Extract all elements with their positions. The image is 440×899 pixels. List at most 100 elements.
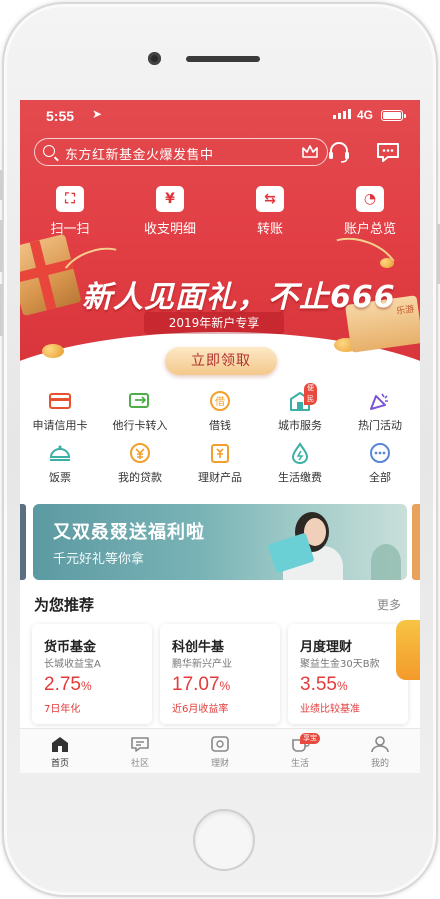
promo-subtitle: 千元好礼等你拿 <box>53 552 145 567</box>
message-icon[interactable] <box>375 140 401 164</box>
more-icon <box>370 443 390 463</box>
borrow-icon: 借 <box>210 391 230 411</box>
claim-now-button[interactable]: 立即领取 <box>165 347 277 375</box>
quick-action-label: 转账 <box>256 222 283 237</box>
tab-community[interactable]: 社区 <box>110 735 170 769</box>
yen-bill-icon: ¥ <box>156 186 184 212</box>
signal-icon <box>333 109 351 119</box>
tab-label: 社区 <box>130 759 149 769</box>
tab-home[interactable]: 首页 <box>30 735 90 769</box>
coin-decoration <box>380 258 394 268</box>
plant-decoration <box>371 544 401 580</box>
service-label: 饭票 <box>49 471 71 484</box>
tab-label: 理财 <box>210 759 229 769</box>
service-badge: 便民 <box>304 383 317 405</box>
search-placeholder: 东方红新基金火爆发售中 <box>65 148 214 163</box>
product-card[interactable]: 科创牛基 鹏华新兴产业 17.07% 近6月收益率 <box>160 624 280 724</box>
mute-switch <box>0 170 3 200</box>
envelope-text: 乐游 <box>395 304 415 318</box>
svg-text:借: 借 <box>215 396 225 408</box>
customer-service-icon[interactable] <box>326 140 352 164</box>
product-rate-note: 7日年化 <box>44 704 81 715</box>
status-bar: 5:55 ➤ 4G <box>20 100 420 134</box>
service-label: 他行卡转入 <box>112 419 168 432</box>
product-rate-note: 业绩比较基准 <box>300 704 360 715</box>
service-city[interactable]: 便民 城市服务 <box>260 383 340 433</box>
volume-down-button <box>0 284 3 336</box>
tab-badge: 享宝 <box>300 733 320 744</box>
profile-icon <box>371 736 389 753</box>
wealth-product-icon <box>211 444 229 463</box>
service-label: 热门活动 <box>358 419 402 432</box>
earpiece-speaker <box>186 56 260 62</box>
tab-label: 生活 <box>290 759 309 769</box>
quick-action-account-overview[interactable]: ◔ 账户总览 <box>330 186 410 237</box>
service-borrow[interactable]: 借 借钱 <box>180 390 260 433</box>
tab-label: 我的 <box>370 759 389 769</box>
app-screen: 5:55 ➤ 4G 东方红新基金火爆发售中 ⛶ 扫一扫 ¥ 收支明细 ⇆ 转账 … <box>20 100 420 773</box>
service-apply-credit-card[interactable]: 申请信用卡 <box>20 390 100 433</box>
card-transfer-in-icon <box>129 393 149 408</box>
service-hot-activity[interactable]: 热门活动 <box>340 390 420 433</box>
home-button[interactable] <box>193 809 255 871</box>
product-fund-name: 聚益生金30天B款 <box>300 659 380 670</box>
meal-ticket-icon <box>49 445 71 461</box>
product-rate: 2.75% <box>44 674 92 695</box>
banner-title: 新人见面礼，不止666 <box>82 280 396 315</box>
service-utility-payment[interactable]: 生活缴费 <box>260 442 340 485</box>
product-fund-name: 鹏华新兴产业 <box>172 659 232 670</box>
crown-icon[interactable] <box>301 144 319 160</box>
account-overview-icon: ◔ <box>356 186 384 212</box>
credit-card-icon <box>49 393 71 409</box>
search-icon <box>43 145 55 157</box>
recommend-title: 为您推荐 <box>34 596 95 614</box>
service-card-transfer-in[interactable]: 他行卡转入 <box>100 390 180 433</box>
volume-up-button <box>0 220 3 272</box>
service-wealth-product[interactable]: 理财产品 <box>180 442 260 485</box>
quick-action-label: 收支明细 <box>143 222 196 237</box>
service-label: 借钱 <box>209 419 231 432</box>
status-time: 5:55 <box>46 108 75 124</box>
carousel-next-peek <box>412 504 420 580</box>
product-fund-name: 长城收益宝A <box>44 659 101 670</box>
service-label: 城市服务 <box>278 419 322 432</box>
transfer-icon: ⇆ <box>256 186 284 212</box>
quick-action-scan[interactable]: ⛶ 扫一扫 <box>30 186 110 237</box>
utility-payment-icon <box>291 442 309 464</box>
network-type: 4G <box>357 108 374 122</box>
community-icon <box>131 737 149 752</box>
my-loan-icon <box>130 443 150 463</box>
quick-action-label: 账户总览 <box>343 222 396 237</box>
promo-banner[interactable]: 又双叒叕送福利啦 千元好礼等你拿 <box>33 504 407 580</box>
service-label: 全部 <box>369 471 391 484</box>
bottom-tab-bar: 首页 社区 理财 享宝 生活 我的 <box>20 728 420 773</box>
battery-icon <box>381 110 406 121</box>
search-bar[interactable]: 东方红新基金火爆发售中 <box>34 138 328 166</box>
service-label: 理财产品 <box>198 471 242 484</box>
service-my-loan[interactable]: 我的贷款 <box>100 442 180 485</box>
tab-life[interactable]: 享宝 生活 <box>270 733 330 769</box>
product-category: 月度理财 <box>300 640 353 655</box>
product-rate: 17.07% <box>172 674 231 695</box>
recommend-more-link[interactable]: 更多 <box>377 596 401 613</box>
promo-title: 又双叒叕送福利啦 <box>53 522 205 543</box>
coin-decoration <box>42 344 64 358</box>
banner-subtitle: 2019年新户专享 <box>144 312 284 334</box>
service-all[interactable]: 全部 <box>340 442 420 485</box>
scan-icon: ⛶ <box>56 186 84 212</box>
service-label: 我的贷款 <box>118 471 162 484</box>
tab-profile[interactable]: 我的 <box>350 735 410 769</box>
floating-mascot[interactable] <box>396 620 420 680</box>
product-card[interactable]: 月度理财 聚益生金30天B款 3.55% 业绩比较基准 <box>288 624 408 724</box>
service-meal-ticket[interactable]: 饭票 <box>20 442 100 485</box>
carousel-prev-peek <box>20 504 26 580</box>
quick-action-transfer[interactable]: ⇆ 转账 <box>230 186 310 237</box>
wealth-icon <box>211 736 229 752</box>
service-label: 申请信用卡 <box>32 419 88 432</box>
front-camera <box>148 52 161 65</box>
tab-wealth[interactable]: 理财 <box>190 735 250 769</box>
location-arrow-icon: ➤ <box>92 107 103 121</box>
product-card[interactable]: 货币基金 长城收益宝A 2.75% 7日年化 <box>32 624 152 724</box>
product-rate: 3.55% <box>300 674 348 695</box>
quick-action-bills[interactable]: ¥ 收支明细 <box>130 186 210 237</box>
